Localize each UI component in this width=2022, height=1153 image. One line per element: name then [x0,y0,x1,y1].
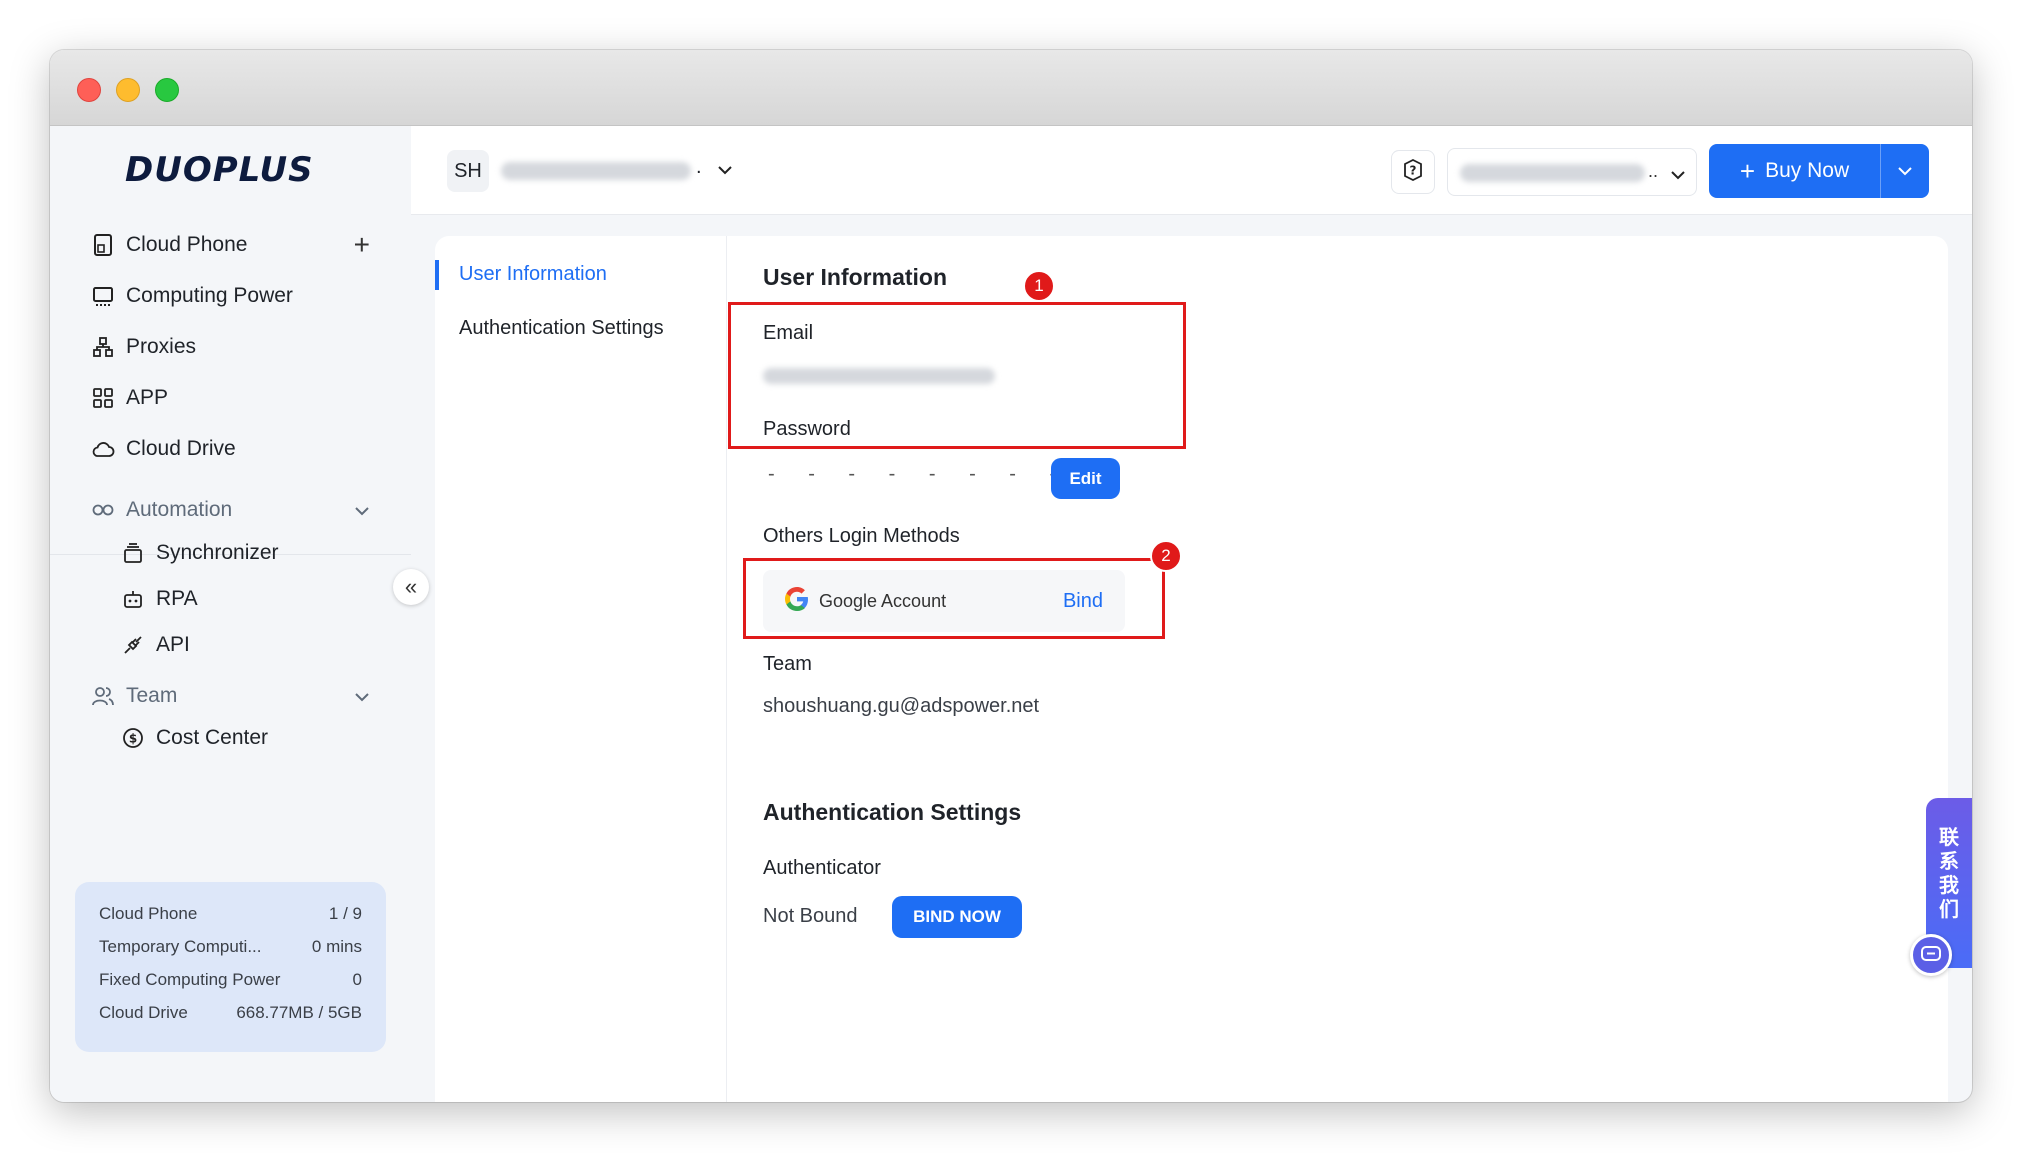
duoplus-logo: DUOPLUS [125,150,314,190]
account-select[interactable]: .. [1447,148,1697,196]
collapse-sidebar-button[interactable]: « [393,569,429,605]
usage-row: Cloud Drive 668.77MB / 5GB [99,1003,362,1036]
annotation-box-1 [728,302,1186,449]
sidebar-item-cloud-drive[interactable]: Cloud Drive [90,424,380,474]
usage-label: Fixed Computing Power [99,970,281,989]
subnav-user-information[interactable]: User Information [459,263,607,286]
team-value: shoushuang.gu@adspower.net [763,695,1040,717]
sidebar-group-label: Automation [126,498,233,521]
sidebar-group-label: Team [126,684,178,707]
sidebar-item-label: Cloud Phone [126,233,248,256]
sidebar-item-label: Cost Center [156,726,269,749]
monitor-icon [90,283,116,309]
robot-icon [120,586,146,612]
svg-text:$: $ [129,732,137,746]
sidebar-item-label: RPA [156,587,198,610]
authenticator-status: Not Bound [763,905,858,927]
buy-now-button[interactable]: + Buy Now [1709,144,1881,198]
grid-icon [90,385,116,411]
maximize-window-button[interactable] [155,78,179,102]
usage-label: Cloud Phone [99,904,198,923]
top-bar: SH . ? .. + Buy Now [411,126,1972,215]
account-name-redacted [501,162,691,180]
account-email-redacted [1460,164,1645,182]
account-select-suffix: .. [1648,161,1659,181]
title-bar [50,50,1972,126]
password-mask: - - - - - - - - [768,463,1071,485]
bind-now-button[interactable]: BIND NOW [892,896,1022,938]
contact-char: 们 [1939,899,1959,921]
stack-icon [120,540,146,566]
edit-password-button[interactable]: Edit [1051,458,1120,499]
annotation-marker-1: 1 [1023,270,1055,302]
chevron-down-icon [1670,167,1686,185]
sidebar-item-label: Proxies [126,335,197,358]
sidebar-item-synchronizer[interactable]: Synchronizer [120,528,410,578]
question-circle-icon: ? [1401,158,1425,187]
cloud-icon [90,436,116,462]
subnav-authentication-settings[interactable]: Authentication Settings [459,317,664,340]
usage-label: Cloud Drive [99,1003,188,1022]
settings-card: User Information Authentication Settings [435,236,1948,1102]
buy-options-dropdown[interactable] [1881,166,1929,176]
plug-icon [120,632,146,658]
usage-value: 668.77MB / 5GB [236,1003,362,1022]
sidebar-item-label: API [156,633,190,656]
usage-row: Cloud Phone 1 / 9 [99,904,362,937]
plus-icon: + [1739,156,1756,186]
settings-subnav: User Information Authentication Settings [435,236,727,1102]
close-window-button[interactable] [77,78,101,102]
phone-icon [90,232,116,258]
contact-char: 我 [1939,875,1959,897]
users-icon [90,683,116,709]
sidebar-item-label: Synchronizer [156,541,279,564]
sidebar-item-cost-center[interactable]: $ Cost Center [120,713,410,763]
sidebar-item-rpa[interactable]: RPA [120,574,410,624]
chevron-down-icon [1898,167,1912,176]
chevron-down-icon [354,498,370,522]
usage-row: Fixed Computing Power 0 [99,970,362,1003]
usage-value: 0 [352,970,362,989]
app-window: DUOPLUS Cloud Phone + Computing Power Pr… [50,50,1972,1102]
chevron-down-icon [354,684,370,708]
sidebar-item-proxies[interactable]: Proxies [90,322,380,372]
contact-char: 系 [1939,851,1959,873]
active-indicator [435,260,439,290]
usage-label: Temporary Computi... [99,937,262,956]
infinity-icon [90,497,116,523]
sidebar-item-app[interactable]: APP [90,373,380,423]
contact-char: 联 [1939,827,1959,849]
others-login-methods-label: Others Login Methods [763,525,960,547]
buy-now-label: Buy Now [1765,159,1850,182]
avatar[interactable]: SH [447,150,489,192]
usage-row: Temporary Computi... 0 mins [99,937,362,970]
sidebar-item-label: Computing Power [126,284,293,307]
sidebar-item-computing-power[interactable]: Computing Power [90,271,380,321]
sidebar-item-label: APP [126,386,169,409]
minimize-window-button[interactable] [116,78,140,102]
sidebar-item-api[interactable]: API [120,620,410,670]
buy-now-split-button: + Buy Now [1709,144,1929,198]
help-button[interactable]: ? [1391,150,1435,194]
chevron-down-icon[interactable] [717,162,733,180]
network-icon [90,334,116,360]
chat-icon [1921,946,1941,961]
dollar-circle-icon: $ [120,725,146,751]
authentication-settings-title: Authentication Settings [763,799,1022,825]
add-cloud-phone-icon[interactable]: + [354,229,370,261]
svg-text:?: ? [1410,163,1417,177]
sidebar-item-cloud-phone[interactable]: Cloud Phone + [90,220,380,270]
usage-value: 0 mins [311,937,362,956]
chat-bubble-button[interactable] [1910,934,1952,976]
authenticator-label: Authenticator [763,857,881,879]
account-name-suffix: . [696,156,702,178]
usage-value: 1 / 9 [328,904,362,923]
sidebar-item-label: Cloud Drive [126,437,236,460]
annotation-marker-2: 2 [1150,540,1182,572]
annotation-box-2 [743,558,1165,639]
user-information-title: User Information [763,264,948,290]
usage-summary-card: Cloud Phone 1 / 9 Temporary Computi... 0… [75,882,386,1052]
team-label: Team [763,653,812,675]
double-chevron-left-icon: « [404,574,418,599]
